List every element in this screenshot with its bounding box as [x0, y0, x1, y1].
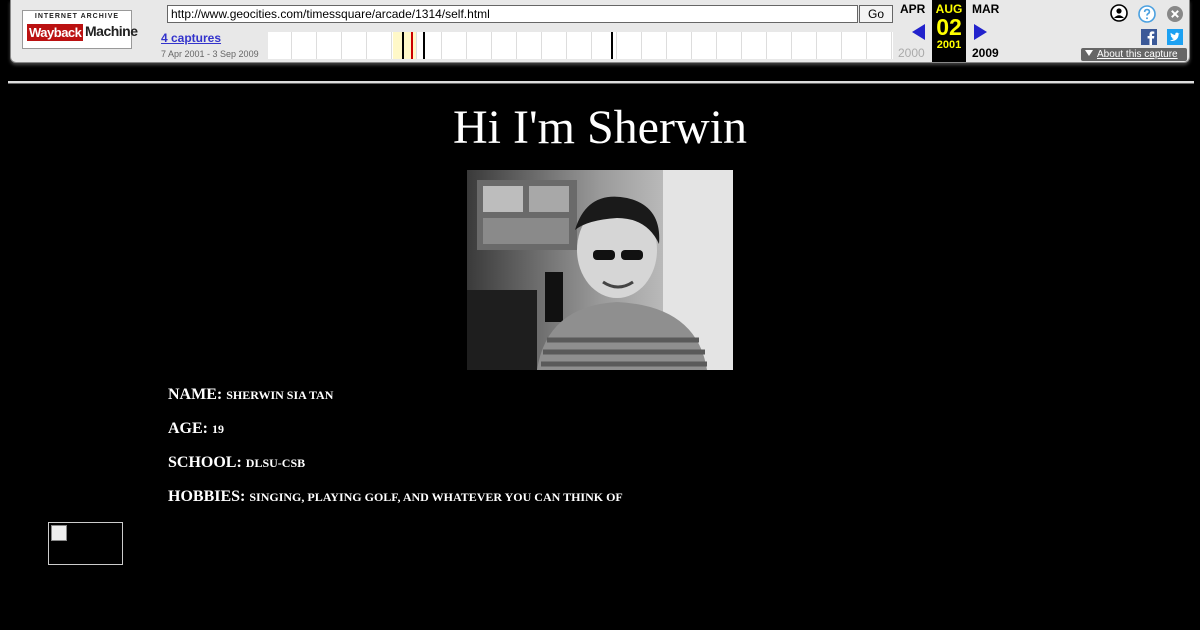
capture-tick-current[interactable]	[411, 32, 413, 59]
info-hobbies-value: SINGING, PLAYING GOLF, AND WHATEVER YOU …	[249, 490, 623, 504]
caret-down-icon	[1085, 50, 1093, 56]
user-icon[interactable]	[1110, 4, 1128, 22]
prev-year-label: 2000	[898, 46, 925, 60]
prev-capture-arrow-icon[interactable]	[912, 24, 925, 40]
info-age-value: 19	[212, 422, 224, 436]
info-school: SCHOOL: DLSU-CSB	[168, 454, 305, 472]
help-icon[interactable]	[1138, 5, 1156, 23]
next-month-label: MAR	[972, 2, 1000, 16]
wayback-toolbar: INTERNET ARCHIVE Wayback Machine http://…	[10, 0, 1190, 63]
info-name-value: SHERWIN SIA TAN	[226, 388, 334, 402]
profile-photo	[467, 170, 733, 370]
url-input[interactable]: http://www.geocities.com/timessquare/arc…	[167, 5, 858, 23]
go-button[interactable]: Go	[859, 5, 893, 23]
info-hobbies-label: HOBBIES:	[168, 488, 246, 505]
info-age: AGE: 19	[168, 420, 224, 438]
info-name-label: NAME:	[168, 386, 223, 403]
capture-sparkline[interactable]	[268, 32, 893, 59]
next-year-label: 2009	[972, 46, 999, 60]
logo-internet-archive-text: INTERNET ARCHIVE	[34, 13, 120, 20]
current-year-label: 2001	[936, 39, 962, 51]
about-capture-button[interactable]: About this capture	[1081, 48, 1187, 61]
info-age-label: AGE:	[168, 420, 208, 437]
current-day-label: 02	[936, 14, 962, 40]
info-name: NAME: SHERWIN SIA TAN	[168, 386, 333, 404]
twitter-share-icon[interactable]	[1166, 28, 1184, 46]
month-navigator: APR 2000 AUG 02 2001 MAR 2009	[894, 0, 1000, 62]
prev-month-label: APR	[900, 2, 926, 16]
capture-tick[interactable]	[611, 32, 613, 59]
page-title: Hi I'm Sherwin	[453, 101, 747, 154]
current-capture-date: AUG 02 2001	[932, 0, 966, 62]
horizontal-rule	[8, 81, 1194, 84]
info-hobbies: HOBBIES: SINGING, PLAYING GOLF, AND WHAT…	[168, 488, 623, 506]
logo-machine-text: Machine	[85, 23, 138, 39]
capture-tick[interactable]	[402, 32, 404, 59]
capture-date-range: 7 Apr 2001 - 3 Sep 2009	[161, 49, 259, 59]
info-school-label: SCHOOL:	[168, 454, 242, 471]
about-capture-label: About this capture	[1097, 49, 1178, 60]
info-school-value: DLSU-CSB	[245, 456, 306, 470]
captures-link[interactable]: 4 captures	[161, 31, 221, 45]
wayback-logo[interactable]: INTERNET ARCHIVE Wayback Machine	[22, 10, 138, 49]
next-capture-arrow-icon[interactable]	[974, 24, 987, 40]
capture-tick[interactable]	[423, 32, 425, 59]
broken-image-icon	[51, 525, 67, 541]
logo-wayback-text: Wayback	[27, 24, 84, 41]
facebook-share-icon[interactable]	[1140, 28, 1158, 46]
close-icon[interactable]	[1166, 5, 1184, 23]
broken-image[interactable]	[48, 522, 123, 565]
